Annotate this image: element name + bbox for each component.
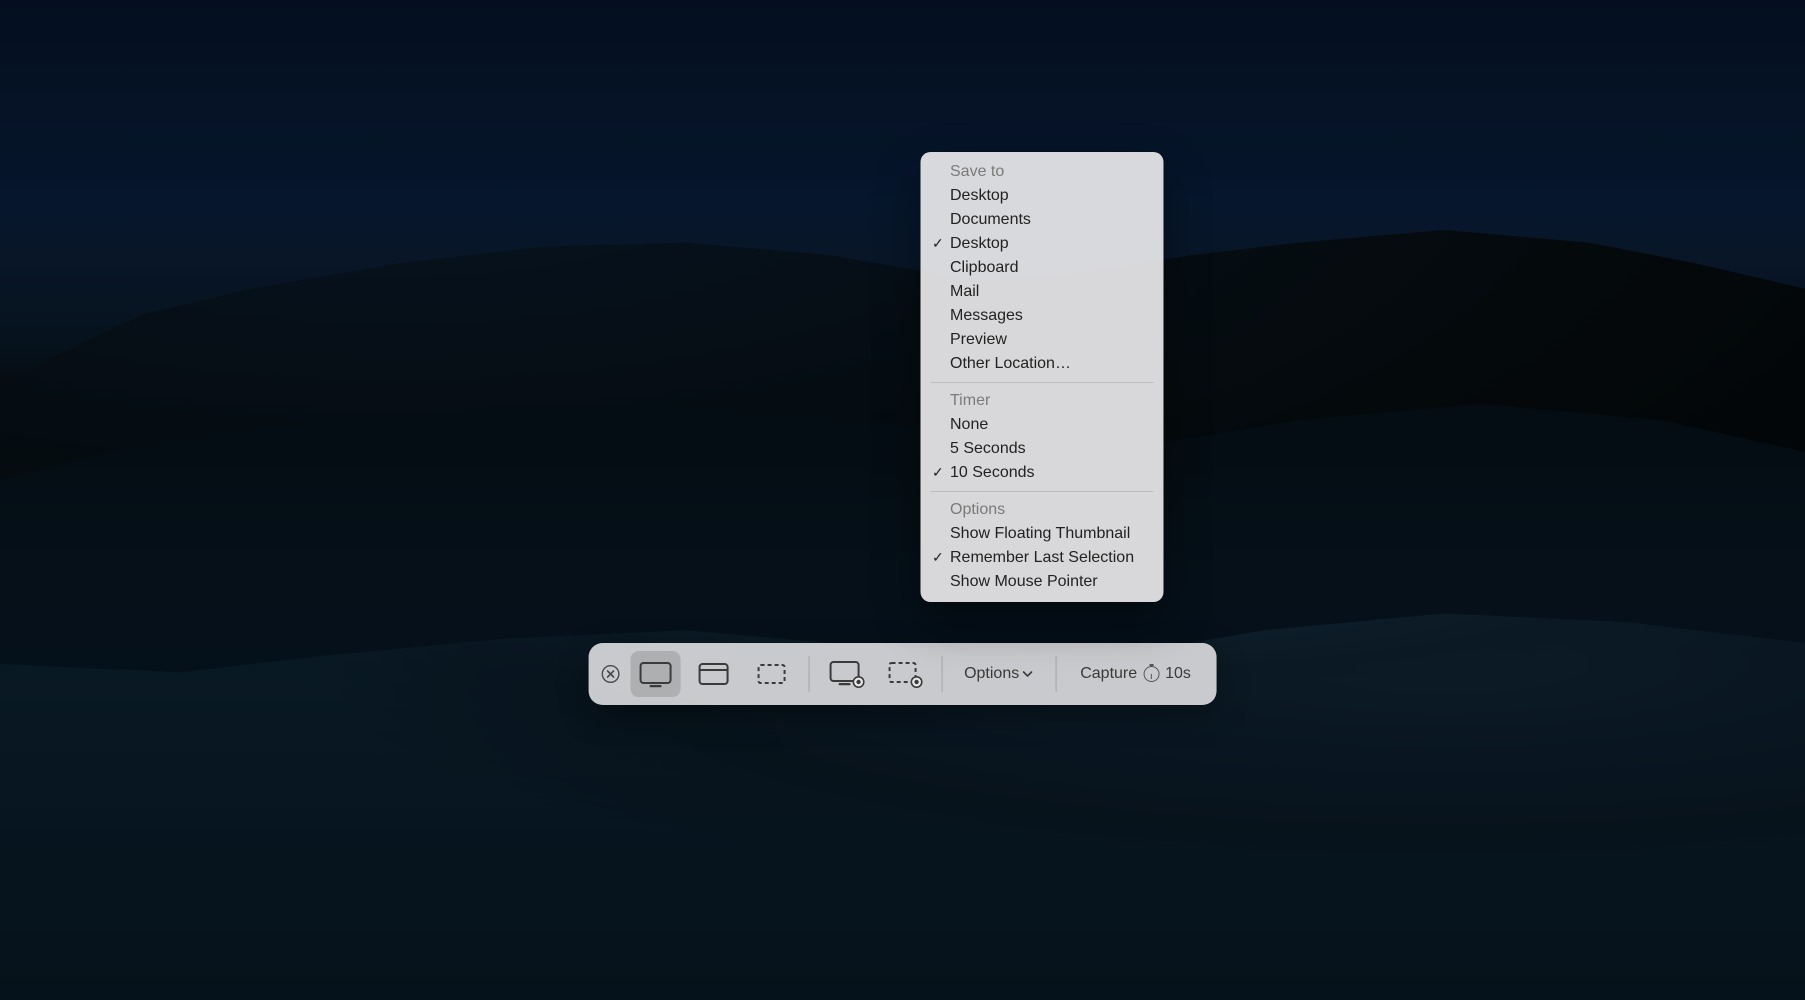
options-menu: Save to DesktopDocumentsDesktopClipboard… — [920, 152, 1163, 602]
capture-selection-button[interactable] — [746, 651, 796, 697]
capture-label: Capture — [1080, 665, 1137, 683]
menu-divider — [930, 491, 1153, 492]
menu-item-save-to-0[interactable]: Desktop — [920, 184, 1163, 208]
options-label: Options — [964, 665, 1019, 683]
menu-item-save-to-6[interactable]: Preview — [920, 328, 1163, 352]
menu-header-timer: Timer — [920, 389, 1163, 413]
close-button[interactable] — [598, 662, 622, 686]
menu-item-save-to-1[interactable]: Documents — [920, 208, 1163, 232]
capture-entire-screen-button[interactable] — [630, 651, 680, 697]
menu-item-timer-2[interactable]: 10 Seconds — [920, 461, 1163, 485]
toolbar-divider — [808, 656, 809, 692]
menu-divider — [930, 382, 1153, 383]
options-button[interactable]: Options — [950, 651, 1047, 697]
capture-timer-value: 10s — [1165, 665, 1191, 683]
menu-item-save-to-5[interactable]: Messages — [920, 304, 1163, 328]
menu-item-timer-1[interactable]: 5 Seconds — [920, 437, 1163, 461]
toolbar-divider — [941, 656, 942, 692]
chevron-down-icon — [1021, 668, 1033, 680]
record-entire-screen-button[interactable] — [821, 651, 871, 697]
desktop-wallpaper — [0, 0, 1805, 1000]
menu-item-options-0[interactable]: Show Floating Thumbnail — [920, 522, 1163, 546]
menu-item-save-to-7[interactable]: Other Location… — [920, 352, 1163, 376]
capture-button[interactable]: Capture 10s — [1064, 651, 1207, 697]
menu-item-timer-0[interactable]: None — [920, 413, 1163, 437]
timer-icon — [1143, 666, 1159, 682]
menu-item-save-to-2[interactable]: Desktop — [920, 232, 1163, 256]
menu-item-save-to-3[interactable]: Clipboard — [920, 256, 1163, 280]
menu-item-options-1[interactable]: Remember Last Selection — [920, 546, 1163, 570]
menu-item-save-to-4[interactable]: Mail — [920, 280, 1163, 304]
screenshot-toolbar: Options Capture 10s — [588, 643, 1217, 705]
menu-item-options-2[interactable]: Show Mouse Pointer — [920, 570, 1163, 594]
capture-window-button[interactable] — [688, 651, 738, 697]
toolbar-divider — [1055, 656, 1056, 692]
menu-header-save-to: Save to — [920, 160, 1163, 184]
record-selection-button[interactable] — [879, 651, 929, 697]
menu-header-options: Options — [920, 498, 1163, 522]
